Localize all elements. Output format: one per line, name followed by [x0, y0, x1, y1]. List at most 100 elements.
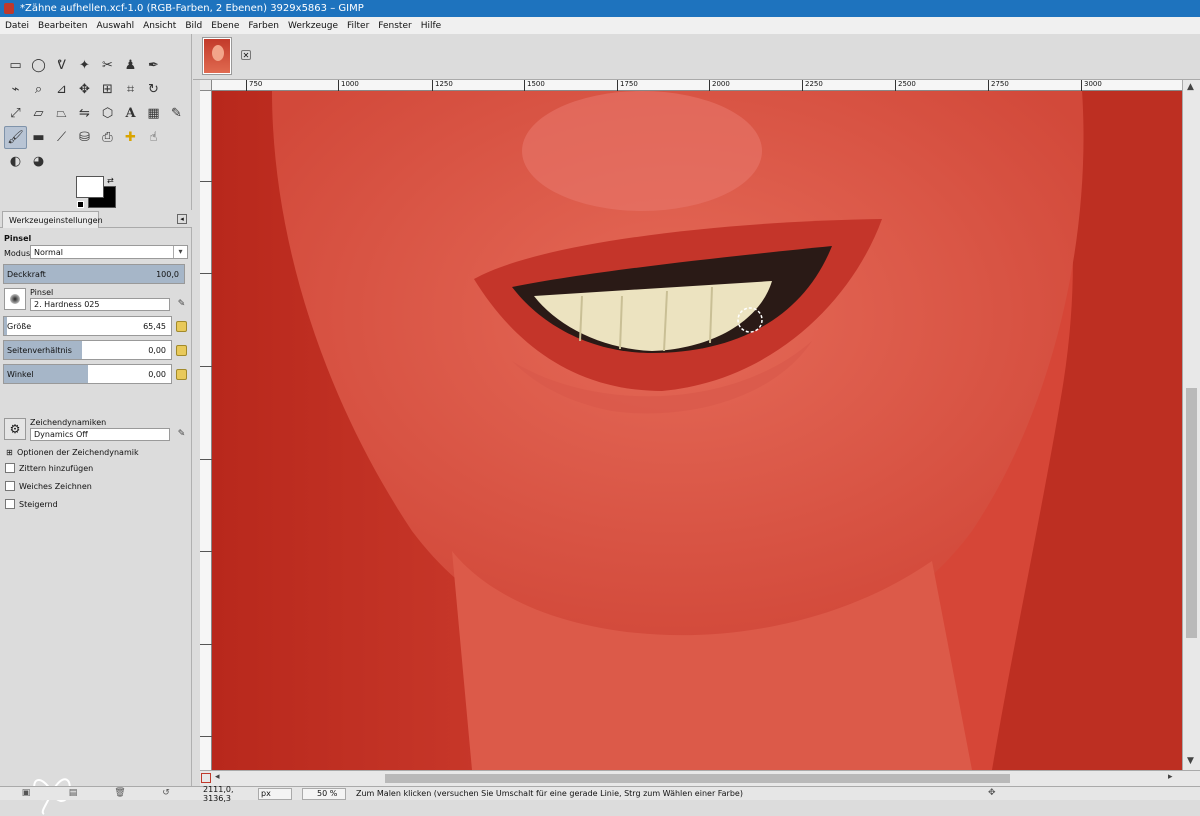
free-select-icon[interactable]: ᕓ: [50, 54, 73, 77]
quick-mask-toggle[interactable]: [201, 773, 211, 783]
scroll-up-icon[interactable]: ▲: [1187, 82, 1194, 92]
delete-options-icon[interactable]: 🗑: [114, 788, 126, 799]
image-thumbnail[interactable]: [203, 38, 231, 74]
menu-ansicht[interactable]: Ansicht: [143, 21, 176, 31]
chevron-down-icon: ▾: [173, 246, 187, 258]
menu-filter[interactable]: Filter: [347, 21, 369, 31]
scroll-right-icon[interactable]: ▸: [1168, 772, 1173, 782]
color-picker-icon[interactable]: ⌁: [4, 78, 27, 101]
foreground-select-icon[interactable]: ♟: [119, 54, 142, 77]
move-icon[interactable]: ✥: [73, 78, 96, 101]
aspect-label: Seitenverhältnis: [7, 346, 72, 355]
crop-icon[interactable]: ⌗: [119, 78, 142, 101]
vertical-scrollbar[interactable]: ▲ ▼: [1182, 80, 1200, 770]
incremental-checkbox[interactable]: [5, 499, 15, 509]
paintbrush-icon[interactable]: 🖌: [4, 126, 27, 149]
menu-datei[interactable]: Datei: [5, 21, 29, 31]
dynamics-options-expander[interactable]: Optionen der Zeichendynamik: [17, 448, 139, 457]
reset-options-icon[interactable]: ↺: [160, 788, 172, 799]
ruler-tick: 3000: [1081, 80, 1102, 91]
airbrush-icon[interactable]: ⟋: [50, 126, 73, 149]
brush-name-field[interactable]: 2. Hardness 025: [30, 298, 170, 311]
save-options-icon[interactable]: ▣: [20, 788, 32, 799]
foreground-color-swatch[interactable]: [76, 176, 104, 198]
heal-icon[interactable]: ✚: [119, 126, 142, 149]
smooth-checkbox[interactable]: [5, 481, 15, 491]
vertical-scroll-thumb[interactable]: [1186, 388, 1197, 638]
vertical-ruler[interactable]: [200, 91, 212, 770]
dynamics-preview[interactable]: ⚙: [4, 418, 26, 440]
horizontal-scrollbar[interactable]: ◂ ▸: [200, 770, 1200, 786]
scroll-down-icon[interactable]: ▼: [1187, 756, 1194, 766]
dodge-burn-icon[interactable]: ◐: [4, 150, 27, 173]
reset-aspect-icon[interactable]: [176, 345, 187, 356]
menu-farben[interactable]: Farben: [248, 21, 279, 31]
fuzzy-select-icon[interactable]: ✦: [73, 54, 96, 77]
jitter-checkbox[interactable]: [5, 463, 15, 473]
scale-icon[interactable]: ⤢: [4, 102, 27, 125]
jitter-label: Zittern hinzufügen: [19, 464, 94, 473]
aspect-slider[interactable]: Seitenverhältnis 0,00: [3, 340, 172, 360]
rotate-icon[interactable]: ↻: [142, 78, 165, 101]
text-icon[interactable]: A: [119, 102, 142, 125]
opacity-slider[interactable]: Deckkraft 100,0: [3, 264, 185, 284]
edit-dynamics-icon[interactable]: ✎: [176, 429, 187, 440]
swap-colors-icon[interactable]: ⇄: [107, 176, 114, 185]
ellipse-select-icon[interactable]: ◯: [27, 54, 50, 77]
menu-bild[interactable]: Bild: [185, 21, 202, 31]
expand-icon[interactable]: ⊞: [6, 448, 13, 457]
close-image-icon[interactable]: ✕: [241, 50, 251, 60]
pencil-icon[interactable]: ✎: [165, 102, 188, 125]
menu-bearbeiten[interactable]: Bearbeiten: [38, 21, 87, 31]
tool-options-tabbar: Werkzeugeinstellungen ◂: [0, 210, 192, 228]
flip-icon[interactable]: ⇋: [73, 102, 96, 125]
unit-select[interactable]: px: [258, 787, 292, 800]
rect-select-icon[interactable]: ▭: [4, 54, 27, 77]
toolbox-row-2: ⌁ ⌕ ⊿ ✥ ⊞ ⌗ ↻: [4, 78, 165, 101]
image-canvas[interactable]: [212, 91, 1182, 770]
bucket-fill-icon[interactable]: ◕: [27, 150, 50, 173]
reset-size-icon[interactable]: [176, 321, 187, 332]
menu-fenster[interactable]: Fenster: [378, 21, 411, 31]
ink-icon[interactable]: ⛁: [73, 126, 96, 149]
horizontal-scroll-thumb[interactable]: [385, 774, 1010, 783]
size-slider[interactable]: Größe 65,45: [3, 316, 172, 336]
cage-icon[interactable]: ⬡: [96, 102, 119, 125]
zoom-icon[interactable]: ⌕: [27, 78, 50, 101]
ruler-tick: 1000: [338, 80, 359, 91]
angle-slider[interactable]: Winkel 0,00: [3, 364, 172, 384]
navigate-icon[interactable]: ✥: [988, 788, 998, 800]
clone-icon[interactable]: ⎙: [96, 126, 119, 149]
default-colors-icon[interactable]: [77, 201, 84, 208]
mode-select[interactable]: Normal ▾: [30, 245, 188, 259]
toolbox-row-4: 🖌 ▬ ⟋ ⛁ ⎙ ✚ ☝: [4, 126, 165, 149]
opacity-label: Deckkraft: [7, 270, 46, 279]
tab-tool-options[interactable]: Werkzeugeinstellungen: [2, 211, 103, 228]
dynamics-field[interactable]: Dynamics Off: [30, 428, 170, 441]
blend-icon[interactable]: ▦: [142, 102, 165, 125]
scissors-icon[interactable]: ✂: [96, 54, 119, 77]
zoom-select[interactable]: 50 %: [302, 787, 346, 800]
fg-bg-color-selector[interactable]: ⇄: [76, 176, 118, 210]
reset-angle-icon[interactable]: [176, 369, 187, 380]
menu-auswahl[interactable]: Auswahl: [96, 21, 134, 31]
gimp-app-icon: [4, 3, 14, 14]
menu-ebene[interactable]: Ebene: [211, 21, 239, 31]
align-icon[interactable]: ⊞: [96, 78, 119, 101]
smudge-icon[interactable]: ☝: [142, 126, 165, 149]
eraser-icon[interactable]: ▬: [27, 126, 50, 149]
menu-hilfe[interactable]: Hilfe: [421, 21, 441, 31]
edit-brush-icon[interactable]: ✎: [176, 299, 187, 310]
tab-menu-icon[interactable]: ◂: [177, 214, 187, 224]
horizontal-ruler[interactable]: 750 1000 1250 1500 1750 2000 2250 2500 2…: [212, 80, 1182, 91]
perspective-icon[interactable]: ⏢: [50, 102, 73, 125]
paths-icon[interactable]: ✒: [142, 54, 165, 77]
brush-preview[interactable]: [4, 288, 26, 310]
brush-name: 2. Hardness 025: [34, 300, 100, 309]
measure-icon[interactable]: ⊿: [50, 78, 73, 101]
restore-options-icon[interactable]: ▤: [67, 788, 79, 799]
shear-icon[interactable]: ▱: [27, 102, 50, 125]
scroll-left-icon[interactable]: ◂: [215, 772, 220, 782]
ruler-corner[interactable]: [200, 80, 212, 91]
menu-werkzeuge[interactable]: Werkzeuge: [288, 21, 338, 31]
